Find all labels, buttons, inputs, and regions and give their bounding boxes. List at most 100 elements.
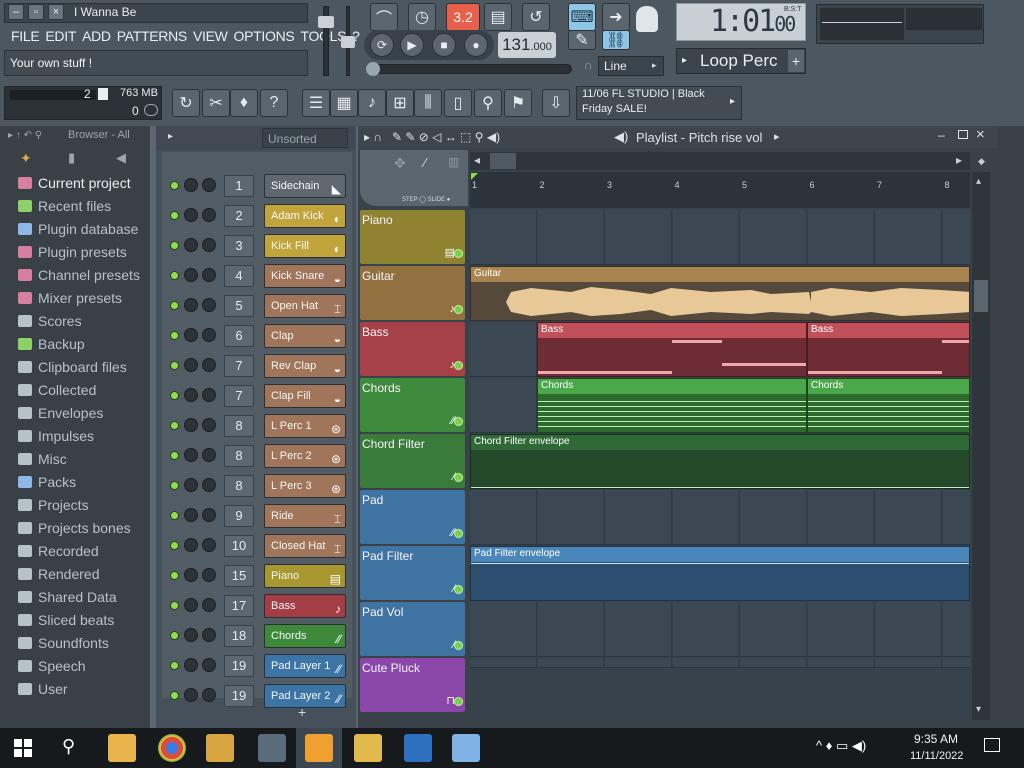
browser-item[interactable]: Mixer presets	[18, 290, 122, 306]
channel-pan-knob[interactable]	[184, 478, 198, 492]
browser-item[interactable]: Current project	[18, 175, 131, 191]
channel-mute-led[interactable]	[170, 481, 179, 490]
performance-icon[interactable]: ⚑	[504, 89, 532, 117]
zoom-icon[interactable]: ◆	[978, 156, 985, 167]
brush-icon[interactable]: ✎	[568, 30, 596, 50]
channel-row[interactable]: 8 L Perc 2 ⊛	[164, 442, 350, 470]
channel-row[interactable]: 8 L Perc 1 ⊛	[164, 412, 350, 440]
track-mute-led[interactable]	[454, 473, 463, 482]
pattern-song-switch-icon[interactable]: ⌒	[370, 3, 398, 31]
channel-mixer-track[interactable]: 6	[224, 325, 254, 347]
track-mute-led[interactable]	[454, 585, 463, 594]
channel-button[interactable]: Adam Kick ◐	[264, 204, 346, 228]
channel-row[interactable]: 1 Sidechain ◣	[164, 172, 350, 200]
channel-button[interactable]: Chords ∕∕	[264, 624, 346, 648]
menu-edit[interactable]: EDIT	[42, 26, 79, 46]
cut-icon[interactable]: ✂	[202, 89, 230, 117]
browser-item[interactable]: Collected	[18, 382, 96, 398]
channel-pan-knob[interactable]	[184, 298, 198, 312]
plugin-icon[interactable]: ⚲	[474, 89, 502, 117]
vertical-scrollbar[interactable]	[972, 172, 990, 720]
track-header[interactable]: Chord Filter∕	[360, 434, 465, 488]
clip-chords-1[interactable]: Chords	[537, 378, 807, 433]
playlist-snap-icon[interactable]: ✥	[394, 155, 406, 172]
play-button[interactable]: ▶	[400, 33, 424, 57]
channel-pan-knob[interactable]	[184, 538, 198, 552]
piano-roll-icon[interactable]: ♪	[358, 89, 386, 117]
track-mute-led[interactable]	[454, 697, 463, 706]
channel-pan-knob[interactable]	[184, 268, 198, 282]
clip-bass-2[interactable]: Bass	[807, 322, 970, 377]
notes-icon[interactable]	[452, 734, 480, 762]
song-position-slider[interactable]	[366, 64, 572, 74]
playlist-toolbar-icons[interactable]: ▸ ∩ ✎ ✎ ⊘ ◁ ↔ ⬚ ⚲ ◀)	[364, 130, 500, 144]
channel-row[interactable]: 17 Bass ♪	[164, 592, 350, 620]
track-header[interactable]: Guitar ♪	[360, 266, 465, 320]
metronome-icon[interactable]: ◷	[408, 3, 436, 31]
channel-mixer-track[interactable]: 4	[224, 265, 254, 287]
clip-bass-1[interactable]: Bass	[537, 322, 807, 377]
menu-options[interactable]: OPTIONS	[231, 26, 298, 46]
channel-pan-knob[interactable]	[184, 508, 198, 522]
track-lane[interactable]	[470, 490, 970, 545]
track-header[interactable]: Pad Vol∕	[360, 602, 465, 656]
menu-add[interactable]: ADD	[79, 26, 114, 46]
channel-button[interactable]: Piano ▤	[264, 564, 346, 588]
loop-record-icon[interactable]: ↺	[522, 3, 550, 31]
channel-row[interactable]: 19 Pad Layer 1 ∕∕	[164, 652, 350, 680]
menu-patterns[interactable]: PATTERNS	[114, 26, 190, 46]
playlist-draw-icon[interactable]: ∕	[424, 155, 426, 170]
channel-pan-knob[interactable]	[184, 688, 198, 702]
channel-pan-knob[interactable]	[184, 628, 198, 642]
channel-mute-led[interactable]	[170, 391, 179, 400]
channel-mute-led[interactable]	[170, 181, 179, 190]
close-button[interactable]: ×	[48, 4, 64, 20]
browser-item[interactable]: Impulses	[18, 428, 94, 444]
browser-all-icon[interactable]: ✦	[20, 150, 32, 167]
channel-mute-led[interactable]	[170, 361, 179, 370]
browser-item[interactable]: Scores	[18, 313, 82, 329]
channel-button[interactable]: L Perc 1 ⊛	[264, 414, 346, 438]
channel-row[interactable]: 8 L Perc 3 ⊛	[164, 472, 350, 500]
channel-row[interactable]: 9 Ride ⌶	[164, 502, 350, 530]
browser-item[interactable]: Backup	[18, 336, 85, 352]
channel-volume-knob[interactable]	[202, 598, 216, 612]
channel-button[interactable]: L Perc 3 ⊛	[264, 474, 346, 498]
scroll-up-icon[interactable]: ▴	[976, 176, 981, 187]
channel-row[interactable]: 7 Clap Fill ◒	[164, 382, 350, 410]
channel-pan-knob[interactable]	[184, 448, 198, 462]
channel-pan-knob[interactable]	[184, 388, 198, 402]
track-header[interactable]: Chords∕∕	[360, 378, 465, 432]
track-mute-led[interactable]	[454, 249, 463, 258]
channel-button[interactable]: Clap ◒	[264, 324, 346, 348]
menu-file[interactable]: FILE	[8, 26, 42, 46]
browser-item[interactable]: Plugin database	[18, 221, 138, 237]
channel-row[interactable]: 19 Pad Layer 2 ∕∕	[164, 682, 350, 710]
browser-item[interactable]: Clipboard files	[18, 359, 127, 375]
channel-mixer-track[interactable]: 8	[224, 445, 254, 467]
browser-item[interactable]: Speech	[18, 658, 85, 674]
channel-mute-led[interactable]	[170, 301, 179, 310]
track-mute-led[interactable]	[454, 305, 463, 314]
channel-mixer-track[interactable]: 8	[224, 415, 254, 437]
master-knob-icon[interactable]	[636, 6, 658, 32]
track-header[interactable]: Pad Filter∕	[360, 546, 465, 600]
clip-chords-2[interactable]: Chords	[807, 378, 970, 433]
channel-volume-knob[interactable]	[202, 448, 216, 462]
channel-mixer-track[interactable]: 8	[224, 475, 254, 497]
channel-pan-knob[interactable]	[184, 238, 198, 252]
notifications-icon[interactable]	[984, 738, 1000, 752]
channel-mixer-track[interactable]: 15	[224, 565, 254, 587]
track-header[interactable]: Bass ♪	[360, 322, 465, 376]
channel-mute-led[interactable]	[170, 421, 179, 430]
security-shield-icon[interactable]	[404, 734, 432, 762]
channel-mute-led[interactable]	[170, 631, 179, 640]
horizontal-scroll-handle[interactable]	[490, 153, 516, 169]
browser-item[interactable]: Recent files	[18, 198, 111, 214]
file-explorer-icon[interactable]	[108, 734, 136, 762]
magnet-icon[interactable]: ∩	[584, 58, 593, 72]
channel-button[interactable]: Clap Fill ◒	[264, 384, 346, 408]
pattern-song-toggle-icon[interactable]: ⟳	[370, 33, 394, 57]
track-mute-led[interactable]	[454, 361, 463, 370]
track-lane[interactable]	[470, 658, 970, 668]
